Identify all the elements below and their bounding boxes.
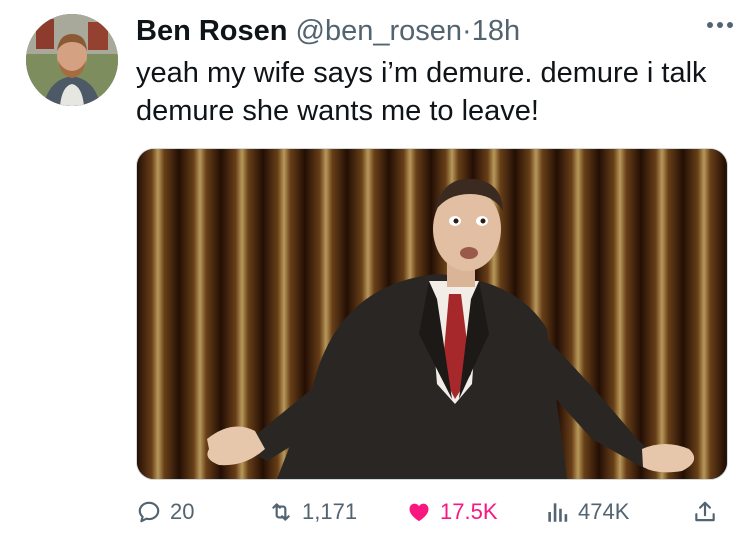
tweet-header: Ben Rosen @ben_rosen·18h: [136, 14, 520, 48]
avatar[interactable]: [26, 14, 118, 106]
reply-icon: [138, 501, 160, 523]
repost-icon: [272, 503, 290, 521]
views-button[interactable]: 474K: [544, 494, 629, 530]
share-icon: [695, 501, 715, 522]
repost-button[interactable]: 1,171: [268, 494, 357, 530]
repost-count: 1,171: [302, 499, 358, 524]
share-button[interactable]: [692, 494, 718, 530]
avatar-photo: [26, 14, 118, 106]
reply-count: 20: [170, 499, 195, 524]
views-icon: [548, 503, 568, 522]
like-button[interactable]: 17.5K: [406, 494, 498, 530]
like-icon: [409, 503, 429, 522]
tweet-text: yeah my wife says i’m demure. demure i t…: [136, 57, 707, 127]
separator-dot: ·: [462, 15, 472, 47]
reply-button[interactable]: 20: [136, 494, 194, 530]
like-count: 17.5K: [440, 499, 498, 524]
more-icon[interactable]: [704, 18, 736, 32]
comedian-on-stage-illustration: [137, 149, 727, 479]
author-name[interactable]: Ben Rosen: [136, 15, 287, 47]
tweet-media-image[interactable]: [136, 148, 728, 480]
tweet-action-bar: 20 1,171 17.5K 474K: [136, 494, 726, 530]
author-handle[interactable]: @ben_rosen: [296, 15, 463, 47]
views-count: 474K: [578, 499, 630, 524]
tweet-time[interactable]: 18h: [472, 15, 520, 47]
